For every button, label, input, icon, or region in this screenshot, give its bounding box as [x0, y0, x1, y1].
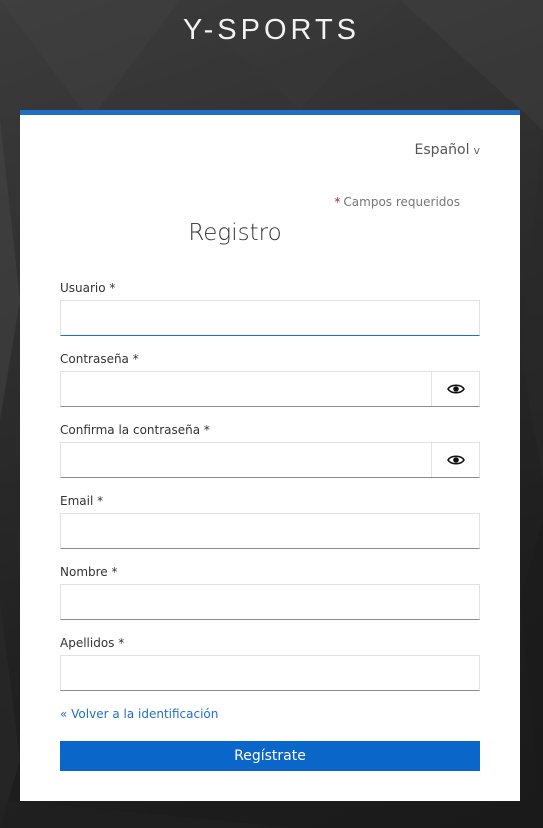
last-name-field: Apellidos *	[60, 636, 480, 691]
last-name-input[interactable]	[61, 656, 479, 690]
email-label: Email *	[60, 494, 104, 508]
password-field: Contraseña *	[60, 352, 480, 407]
language-label: Español	[414, 142, 470, 158]
username-label: Usuario *	[60, 281, 116, 295]
confirm-password-input[interactable]	[61, 443, 433, 477]
required-fields-note: * Campos requeridos	[334, 195, 460, 209]
first-name-input[interactable]	[61, 585, 479, 619]
registration-card: Español v * Campos requeridos Registro Usu…	[20, 110, 520, 801]
username-input[interactable]	[61, 301, 479, 335]
language-selector[interactable]: Español v	[415, 142, 480, 158]
confirm-password-label: Confirma la contraseña *	[60, 423, 210, 437]
eye-icon	[446, 384, 465, 394]
email-input[interactable]	[61, 514, 479, 548]
username-input-wrap	[60, 300, 480, 336]
eye-icon	[446, 455, 465, 465]
chevron-down-icon: v	[473, 144, 480, 157]
show-password-button[interactable]	[431, 372, 479, 406]
password-input-wrap	[60, 371, 480, 407]
password-label: Contraseña *	[60, 352, 139, 366]
first-name-field: Nombre *	[60, 565, 480, 620]
confirm-password-field: Confirma la contraseña *	[60, 423, 480, 478]
first-name-label: Nombre *	[60, 565, 118, 579]
email-field: Email *	[60, 494, 480, 549]
username-field: Usuario *	[60, 281, 480, 336]
password-input[interactable]	[61, 372, 433, 406]
required-note-text: Campos requeridos	[343, 195, 460, 209]
required-star: *	[334, 195, 341, 209]
show-confirm-password-button[interactable]	[431, 443, 479, 477]
last-name-label: Apellidos *	[60, 636, 125, 650]
email-input-wrap	[60, 513, 480, 549]
register-button[interactable]: Regístrate	[60, 741, 480, 771]
brand-title: Y-SPORTS	[182, 14, 361, 46]
confirm-password-input-wrap	[60, 442, 480, 478]
page-title: Registro	[188, 220, 282, 246]
first-name-input-wrap	[60, 584, 480, 620]
back-to-login-link[interactable]: « Volver a la identificación	[60, 707, 218, 721]
last-name-input-wrap	[60, 655, 480, 691]
